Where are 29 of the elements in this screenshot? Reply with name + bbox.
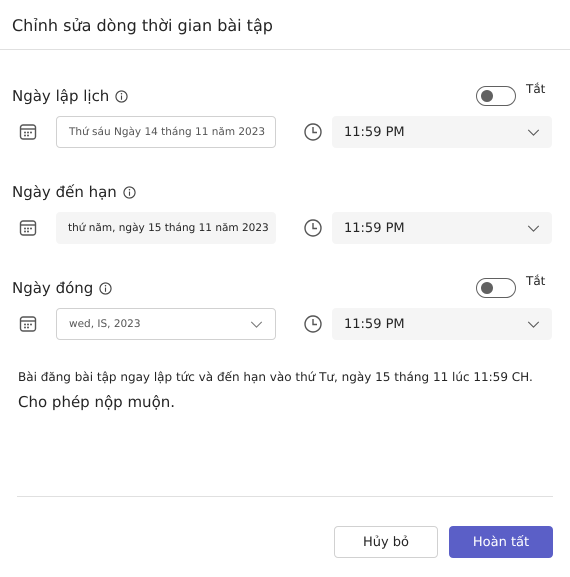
info-icon[interactable]: [122, 186, 136, 198]
calendar-icon: [18, 218, 38, 238]
calendar-icon: [18, 122, 38, 142]
late-submission-link[interactable]: Cho phép nộp muộn.: [18, 393, 176, 411]
chevron-down-icon: [527, 320, 540, 328]
clock-icon: [303, 314, 323, 334]
summary-text: Bài đăng bài tập ngay lập tức và đến hạn vào thứ Tư, ngày 15 tháng 11 lúc 11:59 CH.: [18, 370, 534, 384]
info-icon[interactable]: [115, 90, 128, 102]
field-label: Ngày đến hạn: [12, 183, 117, 201]
toggle-label: Tắt: [526, 274, 546, 288]
done-button[interactable]: Hoàn tất: [449, 526, 553, 558]
date-field[interactable]: thứ năm, ngày 15 tháng 11 năm 2023: [56, 212, 276, 244]
field-label: Ngày lập lịch: [12, 87, 110, 105]
dialog-title: Chỉnh sửa dòng thời gian bài tập: [12, 16, 273, 35]
time-field[interactable]: 11:59 PM: [332, 212, 552, 244]
clock-icon: [303, 122, 323, 142]
field-label: Ngày đóng: [12, 279, 94, 297]
clock-icon: [303, 218, 323, 238]
toggle-label: Tắt: [526, 82, 546, 96]
chevron-down-icon: [527, 128, 540, 136]
cancel-button[interactable]: Hủy bỏ: [334, 526, 438, 558]
chevron-down-icon: [527, 224, 540, 232]
toggle-switch[interactable]: [476, 86, 516, 106]
toggle-switch[interactable]: [476, 278, 516, 298]
info-icon[interactable]: [99, 282, 112, 294]
calendar-icon: [18, 314, 38, 334]
chevron-down-icon: [250, 320, 263, 328]
time-field[interactable]: 11:59 PM: [332, 308, 552, 340]
time-field[interactable]: 11:59 PM: [332, 116, 552, 148]
